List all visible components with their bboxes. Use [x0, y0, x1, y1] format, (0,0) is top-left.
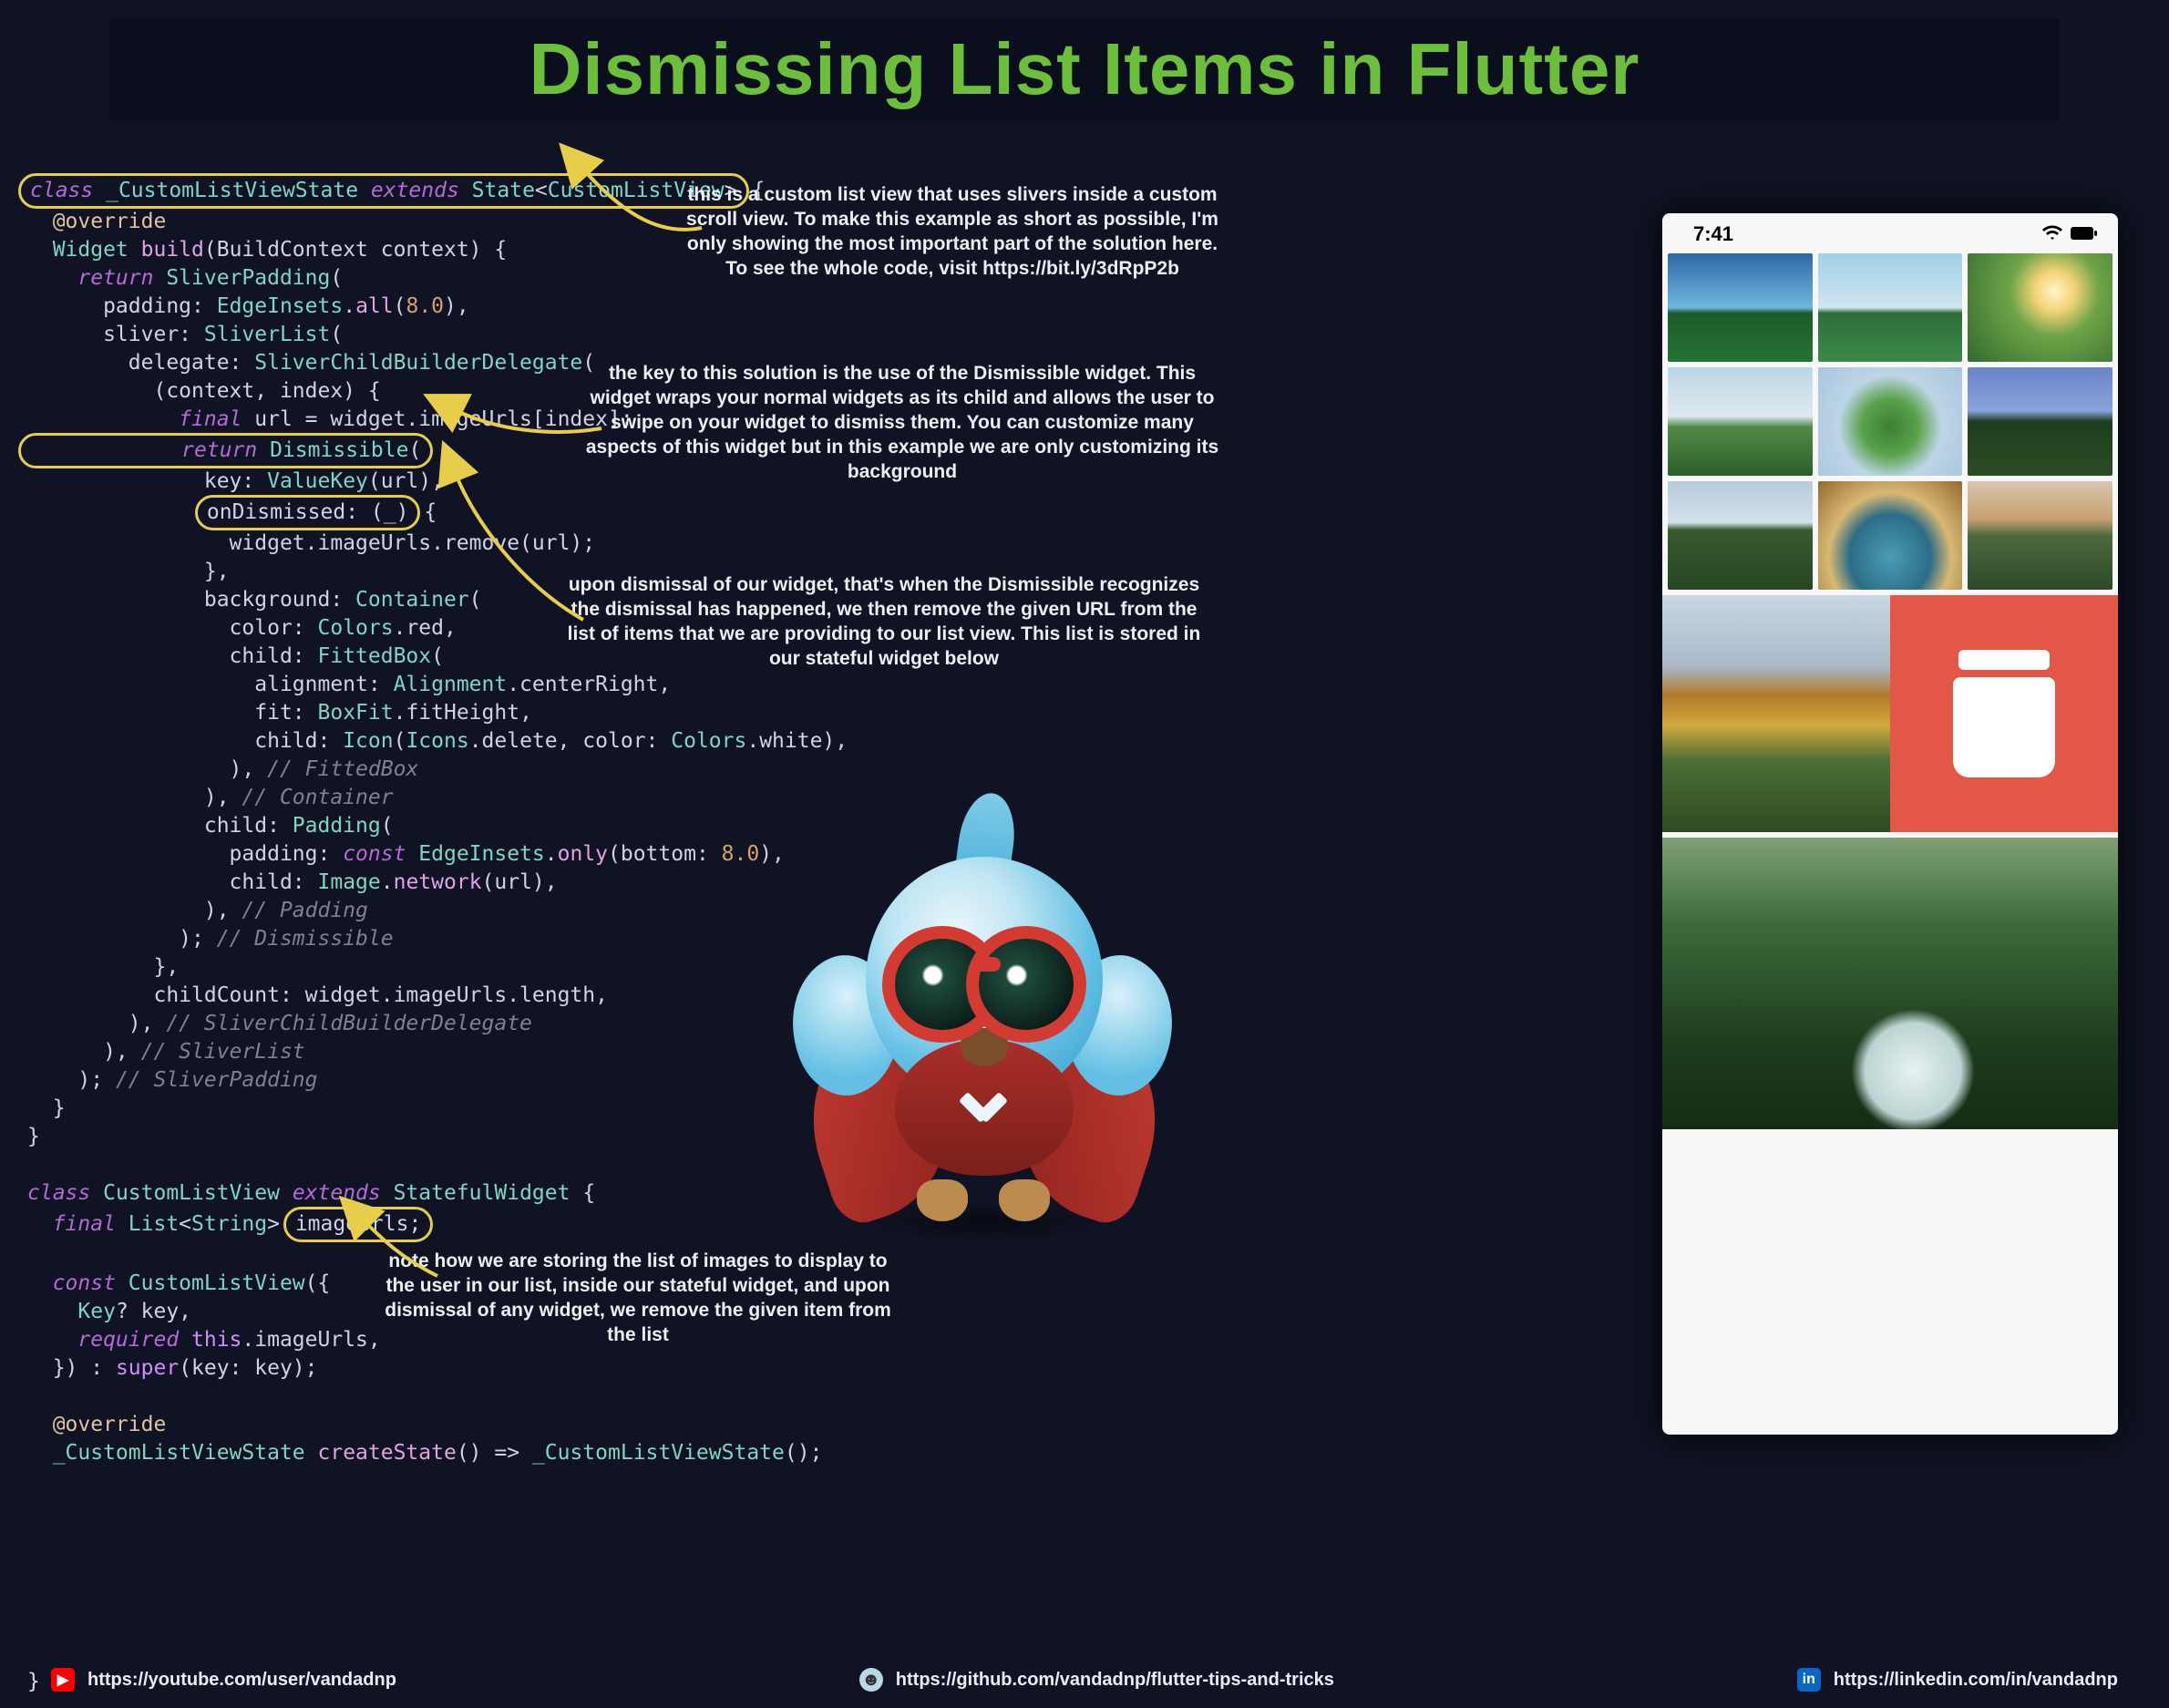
footer-github[interactable]: ☻ https://github.com/vandadnp/flutter-ti…	[859, 1668, 1334, 1692]
dismiss-background	[1890, 595, 2118, 832]
list-item[interactable]	[1818, 481, 1963, 590]
dismiss-row-content[interactable]	[1662, 595, 1890, 832]
footer-youtube[interactable]: ▶ https://youtube.com/user/vandadnp	[51, 1668, 396, 1692]
footer: ▶ https://youtube.com/user/vandadnp ☻ ht…	[0, 1661, 2169, 1699]
wifi-icon	[2041, 222, 2063, 246]
status-bar: 7:41	[1662, 213, 2118, 248]
flutter-logo-icon	[953, 1083, 1013, 1143]
footer-youtube-label: https://youtube.com/user/vandadnp	[87, 1670, 396, 1691]
list-item[interactable]	[1818, 367, 1963, 476]
trash-icon	[1949, 650, 2059, 777]
annotation-1: this is a custom list view that uses sli…	[674, 182, 1230, 281]
annotation-2: the key to this solution is the use of t…	[583, 361, 1221, 484]
github-icon: ☻	[859, 1668, 883, 1692]
annotation-3: upon dismissal of our widget, that's whe…	[565, 572, 1203, 671]
list-item[interactable]	[1668, 253, 1813, 362]
list-item[interactable]	[1968, 367, 2112, 476]
footer-github-label: https://github.com/vandadnp/flutter-tips…	[896, 1670, 1334, 1691]
list-item[interactable]	[1968, 481, 2112, 590]
list-item[interactable]	[1668, 481, 1813, 590]
list-item[interactable]	[1968, 253, 2112, 362]
status-time: 7:41	[1693, 222, 1733, 246]
footer-linkedin[interactable]: in https://linkedin.com/in/vandadnp	[1797, 1668, 2118, 1692]
youtube-icon: ▶	[51, 1668, 75, 1692]
dismiss-row[interactable]	[1662, 595, 2118, 832]
linkedin-icon: in	[1797, 1668, 1821, 1692]
list-item[interactable]	[1668, 367, 1813, 476]
annotation-4: note how we are storing the list of imag…	[383, 1249, 893, 1347]
page-title: Dismissing List Items in Flutter	[529, 27, 1640, 111]
footer-linkedin-label: https://linkedin.com/in/vandadnp	[1834, 1670, 2118, 1691]
list-item-large[interactable]	[1662, 838, 2118, 1129]
battery-icon	[2071, 222, 2098, 246]
title-bar: Dismissing List Items in Flutter	[109, 18, 2060, 120]
phone-mockup: 7:41	[1662, 213, 2118, 1435]
dash-mascot	[756, 720, 1212, 1249]
list-item[interactable]	[1818, 253, 1963, 362]
image-grid[interactable]	[1662, 248, 2118, 595]
